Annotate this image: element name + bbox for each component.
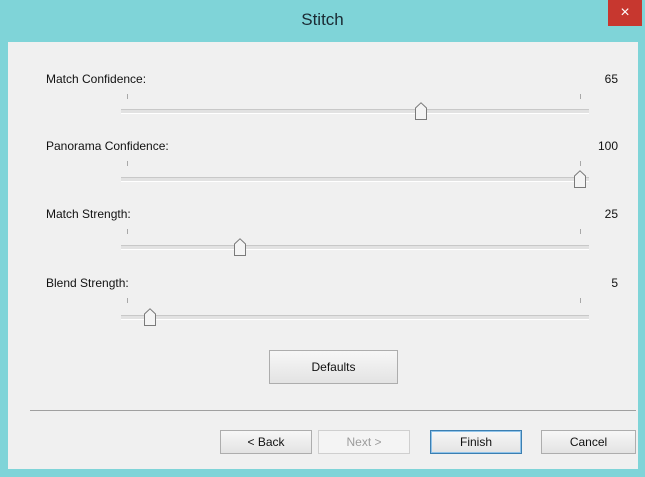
slider-tick — [580, 161, 581, 166]
stitch-dialog: Stitch × Match Confidence: 65 Panorama C… — [0, 0, 645, 477]
match-strength-thumb-icon[interactable] — [234, 238, 247, 256]
blend-strength-label: Blend Strength: — [46, 276, 129, 290]
panorama-confidence-slider[interactable] — [121, 177, 589, 182]
match-confidence-slider[interactable] — [121, 109, 589, 114]
match-confidence-label: Match Confidence: — [46, 72, 147, 86]
match-confidence-thumb-icon[interactable] — [415, 102, 428, 120]
panorama-confidence-label: Panorama Confidence: — [46, 139, 169, 153]
slider-tick — [580, 298, 581, 303]
panorama-confidence-thumb-icon[interactable] — [574, 170, 586, 188]
match-strength-slider[interactable] — [121, 245, 589, 250]
slider-tick — [127, 161, 128, 166]
window-title: Stitch — [301, 10, 344, 29]
match-confidence-value: 65 — [604, 72, 618, 86]
next-button[interactable]: Next > — [318, 430, 410, 454]
slider-tick — [127, 298, 128, 303]
title-bar[interactable]: Stitch × — [0, 0, 645, 42]
cancel-button[interactable]: Cancel — [541, 430, 636, 454]
blend-strength-value: 5 — [611, 276, 618, 290]
slider-tick — [127, 229, 128, 234]
match-strength-value: 25 — [604, 207, 618, 221]
blend-strength-slider[interactable] — [121, 315, 589, 320]
close-icon[interactable]: × — [608, 0, 642, 26]
blend-strength-thumb-icon[interactable] — [143, 308, 156, 326]
slider-tick — [580, 94, 581, 99]
slider-tick — [127, 94, 128, 99]
back-button[interactable]: < Back — [220, 430, 312, 454]
match-strength-label: Match Strength: — [46, 207, 131, 221]
divider — [30, 410, 636, 411]
dialog-body: Match Confidence: 65 Panorama Confidence… — [8, 42, 638, 469]
panorama-confidence-value: 100 — [597, 139, 618, 153]
slider-tick — [580, 229, 581, 234]
defaults-button[interactable]: Defaults — [269, 350, 398, 384]
finish-button[interactable]: Finish — [430, 430, 522, 454]
